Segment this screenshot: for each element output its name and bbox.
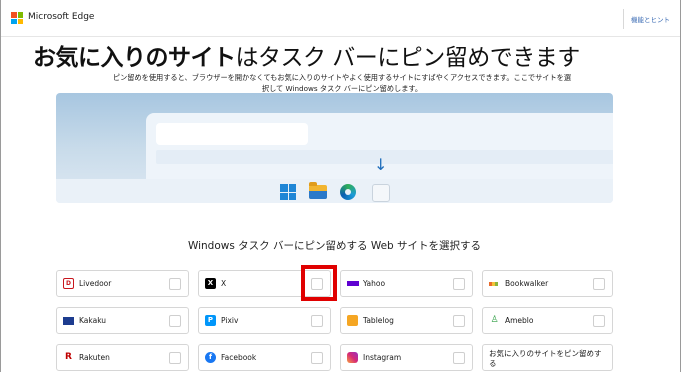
top-bar: Microsoft Edge 機能とヒント [1, 0, 680, 37]
page-title: お気に入りのサイトはタスク バーにピン留めできます [33, 38, 580, 72]
tips-link[interactable]: 機能とヒント [631, 14, 670, 24]
site-checkbox[interactable] [453, 352, 465, 364]
illustration-tab [156, 123, 308, 145]
site-checkbox[interactable] [169, 352, 181, 364]
site-label: お気に入りのサイトをピン留めする [489, 349, 602, 368]
site-card-livedoor[interactable]: D Livedoor [56, 270, 189, 297]
site-card-tablelog[interactable]: Tablelog [340, 307, 473, 334]
tablelog-icon [347, 315, 358, 326]
site-label: Bookwalker [505, 279, 549, 288]
site-label: Rakuten [79, 353, 110, 362]
site-checkbox[interactable] [169, 278, 181, 290]
site-label: Facebook [221, 353, 257, 362]
kakaku-icon [63, 317, 74, 325]
file-explorer-icon [309, 182, 327, 199]
site-label: Instagram [363, 353, 402, 362]
site-label: Kakaku [79, 316, 107, 325]
site-card-instagram[interactable]: Instagram [340, 344, 473, 371]
hero-illustration: ↓ [56, 93, 613, 203]
site-card-pin-favorites[interactable]: お気に入りのサイトをピン留めする [482, 344, 613, 371]
site-card-rakuten[interactable]: R Rakuten [56, 344, 189, 371]
bookwalker-icon [489, 282, 498, 286]
site-card-pixiv[interactable]: P Pixiv [198, 307, 331, 334]
microsoft-logo-icon [11, 12, 23, 24]
x-icon: X [205, 278, 216, 289]
site-label: Ameblo [505, 316, 534, 325]
facebook-icon: f [205, 352, 216, 363]
site-label: Pixiv [221, 316, 239, 325]
site-checkbox[interactable] [311, 315, 323, 327]
site-checkbox[interactable] [453, 315, 465, 327]
checkbox-highlight-box [301, 265, 337, 301]
site-label: X [221, 279, 227, 288]
rakuten-icon: R [65, 352, 72, 362]
site-label: Yahoo [363, 279, 386, 288]
site-card-facebook[interactable]: f Facebook [198, 344, 331, 371]
page-title-bold: お気に入りのサイト [33, 45, 236, 71]
empty-pin-slot-icon [372, 184, 390, 202]
livedoor-icon: D [63, 278, 74, 289]
site-checkbox[interactable] [169, 315, 181, 327]
pixiv-icon: P [205, 315, 216, 326]
site-card-yahoo[interactable]: Yahoo [340, 270, 473, 297]
page-description: ピン留めを使用すると、ブラウザーを開かなくてもお気に入りのサイトやよく使用するサ… [112, 73, 572, 93]
site-label: Tablelog [363, 316, 394, 325]
site-card-bookwalker[interactable]: Bookwalker [482, 270, 613, 297]
header-divider [623, 9, 624, 29]
windows-start-icon [280, 184, 296, 200]
edge-icon [340, 184, 356, 200]
site-checkbox[interactable] [593, 315, 605, 327]
site-checkbox[interactable] [453, 278, 465, 290]
site-checkbox[interactable] [593, 278, 605, 290]
brand-name: Microsoft Edge [28, 12, 95, 22]
site-checkbox[interactable] [311, 352, 323, 364]
instagram-icon [347, 352, 358, 363]
page-title-rest: はタスク バーにピン留めできます [235, 45, 581, 71]
site-label: Livedoor [79, 279, 112, 288]
site-selection-title: Windows タスク バーにピン留めする Web サイトを選択する [187, 240, 482, 252]
arrow-down-icon: ↓ [374, 155, 388, 174]
illustration-taskbar [56, 179, 613, 203]
site-card-ameblo[interactable]: ♙ Ameblo [482, 307, 613, 334]
yahoo-icon [347, 281, 359, 286]
site-card-kakaku[interactable]: Kakaku [56, 307, 189, 334]
ameblo-icon: ♙ [490, 315, 499, 325]
